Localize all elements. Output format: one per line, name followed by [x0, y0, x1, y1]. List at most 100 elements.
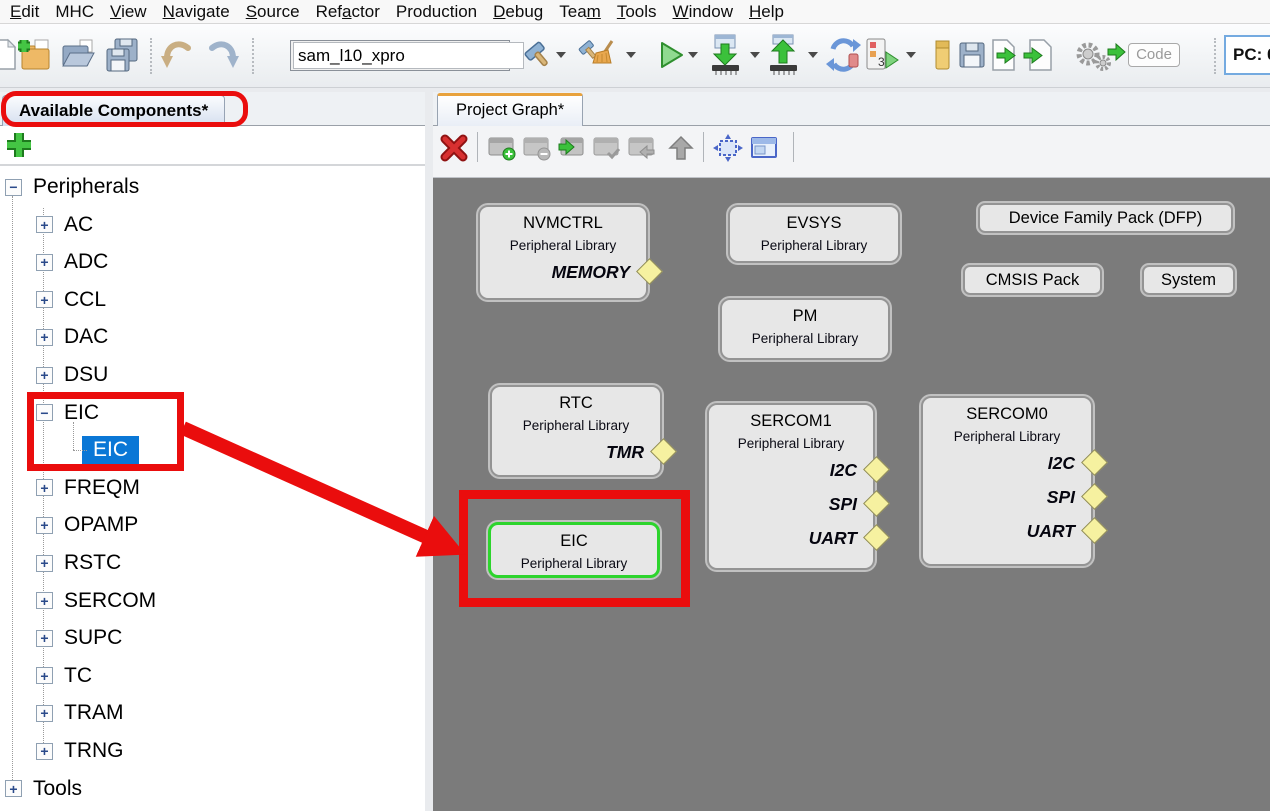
tree-item-tram[interactable]: +TRAM: [0, 694, 425, 732]
tree-item-eic-instance[interactable]: EIC: [0, 431, 425, 469]
component-tree[interactable]: −Peripherals+AC+ADC+CCL+DAC+DSU−EICEIC+F…: [0, 168, 425, 811]
project-configuration-value[interactable]: [293, 42, 524, 69]
zoom-to-fit-button[interactable]: [711, 130, 745, 166]
move-up-button[interactable]: [664, 130, 698, 166]
menu-refactor[interactable]: Refactor: [308, 0, 388, 23]
revert-window-button[interactable]: [625, 130, 659, 166]
menu-tools[interactable]: Tools: [609, 0, 665, 23]
tree-item-tools[interactable]: +Tools: [0, 770, 425, 808]
delete-component-button[interactable]: [437, 130, 471, 166]
add-window-button[interactable]: [485, 130, 519, 166]
tree-item-eic[interactable]: −EIC: [0, 394, 425, 432]
tree-item-rstc[interactable]: +RSTC: [0, 544, 425, 582]
port-diamond-icon[interactable]: [863, 456, 890, 483]
menu-navigate[interactable]: Navigate: [155, 0, 238, 23]
redo-button[interactable]: [202, 32, 242, 78]
graph-node-pm[interactable]: PMPeripheral Library: [720, 298, 890, 360]
tree-item-peripherals[interactable]: −Peripherals: [0, 168, 425, 206]
port-diamond-icon[interactable]: [636, 258, 663, 285]
menu-production[interactable]: Production: [388, 0, 485, 23]
tree-item-supc[interactable]: +SUPC: [0, 619, 425, 657]
undo-button[interactable]: [158, 32, 198, 78]
graph-node-sercom0[interactable]: SERCOM0Peripheral LibraryI2CSPIUART: [921, 396, 1093, 566]
tree-item-dsu[interactable]: +DSU: [0, 356, 425, 394]
open-project-button[interactable]: [58, 32, 98, 78]
graph-canvas[interactable]: NVMCTRLPeripheral LibraryMEMORY EVSYSPeri…: [433, 178, 1270, 811]
graph-pill-cmsis-pack[interactable]: CMSIS Pack: [963, 265, 1102, 295]
expand-icon[interactable]: +: [36, 291, 53, 308]
add-component-button[interactable]: [5, 131, 33, 159]
expand-icon[interactable]: +: [36, 479, 53, 496]
build-dropdown-arrow[interactable]: [556, 52, 566, 58]
port-diamond-icon[interactable]: [1081, 517, 1108, 544]
tree-item-tc[interactable]: +TC: [0, 657, 425, 695]
refresh-debug-session-button[interactable]: [824, 32, 864, 78]
tree-item-ccl[interactable]: +CCL: [0, 281, 425, 319]
graph-node-sercom1[interactable]: SERCOM1Peripheral LibraryI2CSPIUART: [707, 403, 875, 570]
menu-edit[interactable]: Edit: [2, 0, 47, 23]
import-window-button[interactable]: [555, 130, 589, 166]
tree-connector-lines: [73, 450, 87, 451]
program-dropdown-arrow[interactable]: [750, 52, 760, 58]
tree-item-freqm[interactable]: +FREQM: [0, 469, 425, 507]
expand-icon[interactable]: +: [36, 705, 53, 722]
tree-item-ac[interactable]: +AC: [0, 206, 425, 244]
graph-pill-system[interactable]: System: [1142, 265, 1235, 295]
menu-team[interactable]: Team: [551, 0, 609, 23]
port-diamond-icon[interactable]: [1081, 449, 1108, 476]
tree-item-dac[interactable]: +DAC: [0, 318, 425, 356]
expand-icon[interactable]: +: [36, 630, 53, 647]
overview-window-button[interactable]: [747, 130, 781, 166]
expand-icon[interactable]: +: [36, 743, 53, 760]
port-diamond-icon[interactable]: [1081, 483, 1108, 510]
remove-window-button[interactable]: [520, 130, 554, 166]
generate-code-button[interactable]: Code: [1052, 32, 1202, 78]
menu-help[interactable]: Help: [741, 0, 792, 23]
project-configuration-select[interactable]: ⌄: [290, 40, 510, 71]
tab-available-components[interactable]: Available Components*: [2, 95, 225, 126]
clean-build-dropdown-arrow[interactable]: [626, 52, 636, 58]
tab-project-graph[interactable]: Project Graph*: [437, 93, 583, 126]
run-dropdown-arrow[interactable]: [688, 52, 698, 58]
expand-icon[interactable]: +: [5, 780, 22, 797]
node-title: EVSYS: [730, 213, 898, 234]
tree-item-trng[interactable]: +TRNG: [0, 732, 425, 770]
save-all-button[interactable]: [102, 32, 142, 78]
debug-project-button[interactable]: 3: [862, 32, 902, 78]
build-project-button[interactable]: [518, 32, 558, 78]
run-project-button[interactable]: [650, 32, 690, 78]
menu-mhc[interactable]: MHC: [47, 0, 102, 23]
expand-icon[interactable]: +: [36, 254, 53, 271]
graph-node-rtc[interactable]: RTCPeripheral LibraryTMR: [490, 385, 662, 477]
debug-dropdown-arrow[interactable]: [906, 52, 916, 58]
read-dropdown-arrow[interactable]: [808, 52, 818, 58]
graph-node-nvmctrl[interactable]: NVMCTRLPeripheral LibraryMEMORY: [478, 205, 648, 300]
menu-source[interactable]: Source: [238, 0, 308, 23]
port-diamond-icon[interactable]: [863, 490, 890, 517]
expand-icon[interactable]: +: [36, 367, 53, 384]
menu-window[interactable]: Window: [665, 0, 741, 23]
expand-icon[interactable]: +: [36, 216, 53, 233]
collapse-icon[interactable]: −: [5, 179, 22, 196]
clean-and-build-button[interactable]: [578, 32, 618, 78]
menu-debug[interactable]: Debug: [485, 0, 551, 23]
menu-view[interactable]: View: [102, 0, 155, 23]
tree-item-opamp[interactable]: +OPAMP: [0, 506, 425, 544]
graph-pill-device-family-pack-dfp[interactable]: Device Family Pack (DFP): [978, 203, 1233, 233]
graph-node-evsys[interactable]: EVSYSPeripheral Library: [728, 205, 900, 263]
expand-icon[interactable]: +: [36, 592, 53, 609]
graph-node-eic[interactable]: EICPeripheral Library: [488, 522, 660, 578]
expand-icon[interactable]: +: [36, 667, 53, 684]
expand-icon[interactable]: +: [36, 329, 53, 346]
read-device-memory-button[interactable]: [764, 32, 804, 78]
expand-icon[interactable]: +: [36, 555, 53, 572]
collapse-icon[interactable]: −: [36, 404, 53, 421]
expand-icon[interactable]: +: [36, 517, 53, 534]
port-diamond-icon[interactable]: [863, 524, 890, 551]
port-diamond-icon[interactable]: [650, 438, 677, 465]
tree-item-adc[interactable]: +ADC: [0, 243, 425, 281]
new-project-button[interactable]: [14, 32, 54, 78]
confirm-window-button[interactable]: [590, 130, 624, 166]
make-and-program-device-button[interactable]: [706, 32, 746, 78]
tree-item-sercom[interactable]: +SERCOM: [0, 582, 425, 620]
